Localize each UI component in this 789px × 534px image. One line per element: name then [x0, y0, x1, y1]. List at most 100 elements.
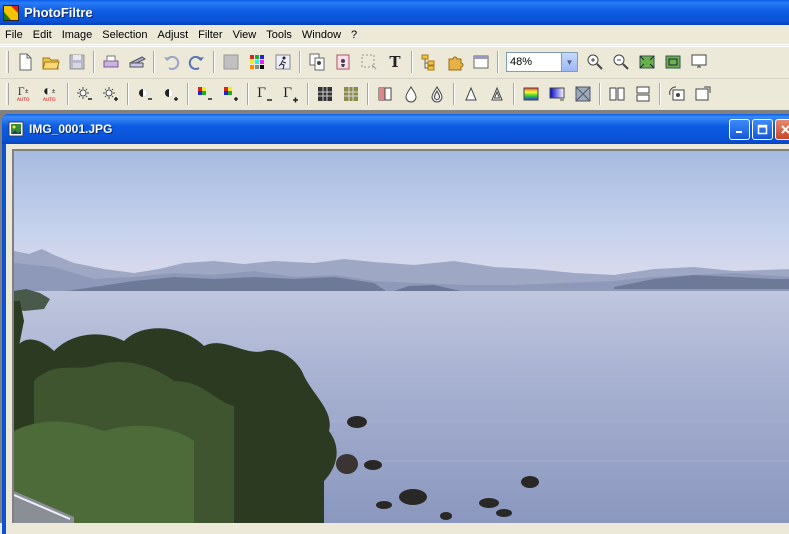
toolbar-separator	[513, 83, 515, 105]
image-canvas[interactable]	[12, 149, 789, 523]
zoom-dropdown[interactable]: 48% ▼	[506, 52, 578, 72]
save-button[interactable]	[64, 50, 90, 74]
lake-mountain-photo	[14, 151, 789, 523]
redo-button[interactable]	[184, 50, 210, 74]
sharpen-button[interactable]	[458, 82, 484, 106]
pattern-button[interactable]	[570, 82, 596, 106]
auto-gamma-button[interactable]: Γ ± AUTO	[12, 82, 38, 106]
gamma-up-button[interactable]: Γ	[278, 82, 304, 106]
zoom-in-icon	[587, 54, 603, 70]
resize-button[interactable]	[690, 82, 716, 106]
text-button[interactable]: T	[382, 50, 408, 74]
plugins-button[interactable]	[442, 50, 468, 74]
blue-gradient-button[interactable]	[544, 82, 570, 106]
drop-double-icon	[431, 86, 443, 103]
blur-more-button[interactable]	[424, 82, 450, 106]
minimize-button[interactable]	[729, 119, 750, 140]
flip-vertical-icon	[636, 86, 650, 102]
menu-image[interactable]: Image	[57, 26, 98, 44]
resize-image-icon	[695, 86, 711, 101]
blue-gradient-icon	[549, 87, 565, 101]
menu-edit[interactable]: Edit	[28, 26, 57, 44]
menu-file[interactable]: File	[0, 26, 28, 44]
rotate-button[interactable]	[664, 82, 690, 106]
new-button[interactable]	[12, 50, 38, 74]
actual-size-button[interactable]	[660, 50, 686, 74]
save-disk-icon	[69, 54, 85, 70]
menu-help[interactable]: ?	[346, 26, 362, 44]
image-window-titlebar[interactable]: IMG_0001.JPG	[2, 114, 789, 144]
automation-button[interactable]	[270, 50, 296, 74]
select-button[interactable]	[356, 50, 382, 74]
invert-icon	[378, 87, 392, 101]
chevron-down-icon[interactable]: ▼	[561, 53, 577, 71]
undo-button[interactable]	[158, 50, 184, 74]
brightness-down-button[interactable]	[72, 82, 98, 106]
flip-horizontal-button[interactable]	[604, 82, 630, 106]
saturation-plus-icon	[224, 87, 238, 101]
menu-bar: File Edit Image Selection Adjust Filter …	[0, 25, 789, 45]
toolbar-separator	[599, 83, 601, 105]
drop-outline-icon	[405, 86, 417, 103]
grid-dark-icon	[318, 87, 332, 101]
print-button[interactable]	[98, 50, 124, 74]
sharpen-more-button[interactable]	[484, 82, 510, 106]
palette-button[interactable]	[244, 50, 270, 74]
toolbar-grip[interactable]	[6, 51, 9, 73]
color-gradient-button[interactable]	[518, 82, 544, 106]
fit-image-icon	[639, 55, 655, 69]
toolbar-grip[interactable]	[6, 83, 9, 105]
contrast-auto-icon: ± AUTO	[43, 88, 56, 103]
flip-vertical-button[interactable]	[630, 82, 656, 106]
sepia-button[interactable]	[338, 82, 364, 106]
zoom-out-button[interactable]	[608, 50, 634, 74]
zoom-out-icon	[613, 54, 629, 70]
gamma-down-button[interactable]: Γ	[252, 82, 278, 106]
menu-tools[interactable]: Tools	[261, 26, 297, 44]
brightness-up-button[interactable]	[98, 82, 124, 106]
fade-button[interactable]	[218, 50, 244, 74]
text-tool-icon: T	[389, 52, 401, 71]
blur-button[interactable]	[398, 82, 424, 106]
toolbar-separator	[659, 83, 661, 105]
paste-image-button[interactable]	[330, 50, 356, 74]
toolbar-separator	[213, 51, 215, 73]
fit-window-button[interactable]	[634, 50, 660, 74]
grayscale-button[interactable]	[312, 82, 338, 106]
grid-olive-icon	[344, 87, 358, 101]
rotate-image-icon	[669, 86, 685, 101]
fullscreen-button[interactable]	[686, 50, 712, 74]
contrast-down-button[interactable]	[132, 82, 158, 106]
minimize-icon	[736, 131, 742, 133]
scan-button[interactable]	[124, 50, 150, 74]
invert-button[interactable]	[372, 82, 398, 106]
menu-filter[interactable]: Filter	[193, 26, 227, 44]
saturation-up-button[interactable]	[218, 82, 244, 106]
auto-contrast-button[interactable]: ± AUTO	[38, 82, 64, 106]
toolbar-separator	[411, 51, 413, 73]
copy-image-button[interactable]	[304, 50, 330, 74]
menu-selection[interactable]: Selection	[97, 26, 152, 44]
app-titlebar[interactable]: PhotoFiltre	[0, 0, 789, 25]
maximize-button[interactable]	[752, 119, 773, 140]
toolbar-separator	[307, 83, 309, 105]
zoom-in-button[interactable]	[582, 50, 608, 74]
close-icon	[781, 125, 789, 134]
menu-adjust[interactable]: Adjust	[153, 26, 194, 44]
brightness-minus-icon	[77, 87, 92, 100]
saturation-down-button[interactable]	[192, 82, 218, 106]
window-button[interactable]	[468, 50, 494, 74]
paste-image-icon	[336, 54, 350, 70]
open-button[interactable]	[38, 50, 64, 74]
gamma-auto-icon: Γ ± AUTO	[17, 87, 30, 103]
main-toolbar: T 48% ▼	[0, 46, 789, 77]
svg-text:AUTO: AUTO	[17, 97, 30, 103]
toolbar-separator	[497, 51, 499, 73]
explorer-button[interactable]	[416, 50, 442, 74]
menu-window[interactable]: Window	[297, 26, 346, 44]
close-button[interactable]	[775, 119, 789, 140]
contrast-minus-icon	[139, 89, 152, 100]
svg-text:Γ: Γ	[283, 86, 292, 101]
contrast-up-button[interactable]	[158, 82, 184, 106]
menu-view[interactable]: View	[228, 26, 262, 44]
